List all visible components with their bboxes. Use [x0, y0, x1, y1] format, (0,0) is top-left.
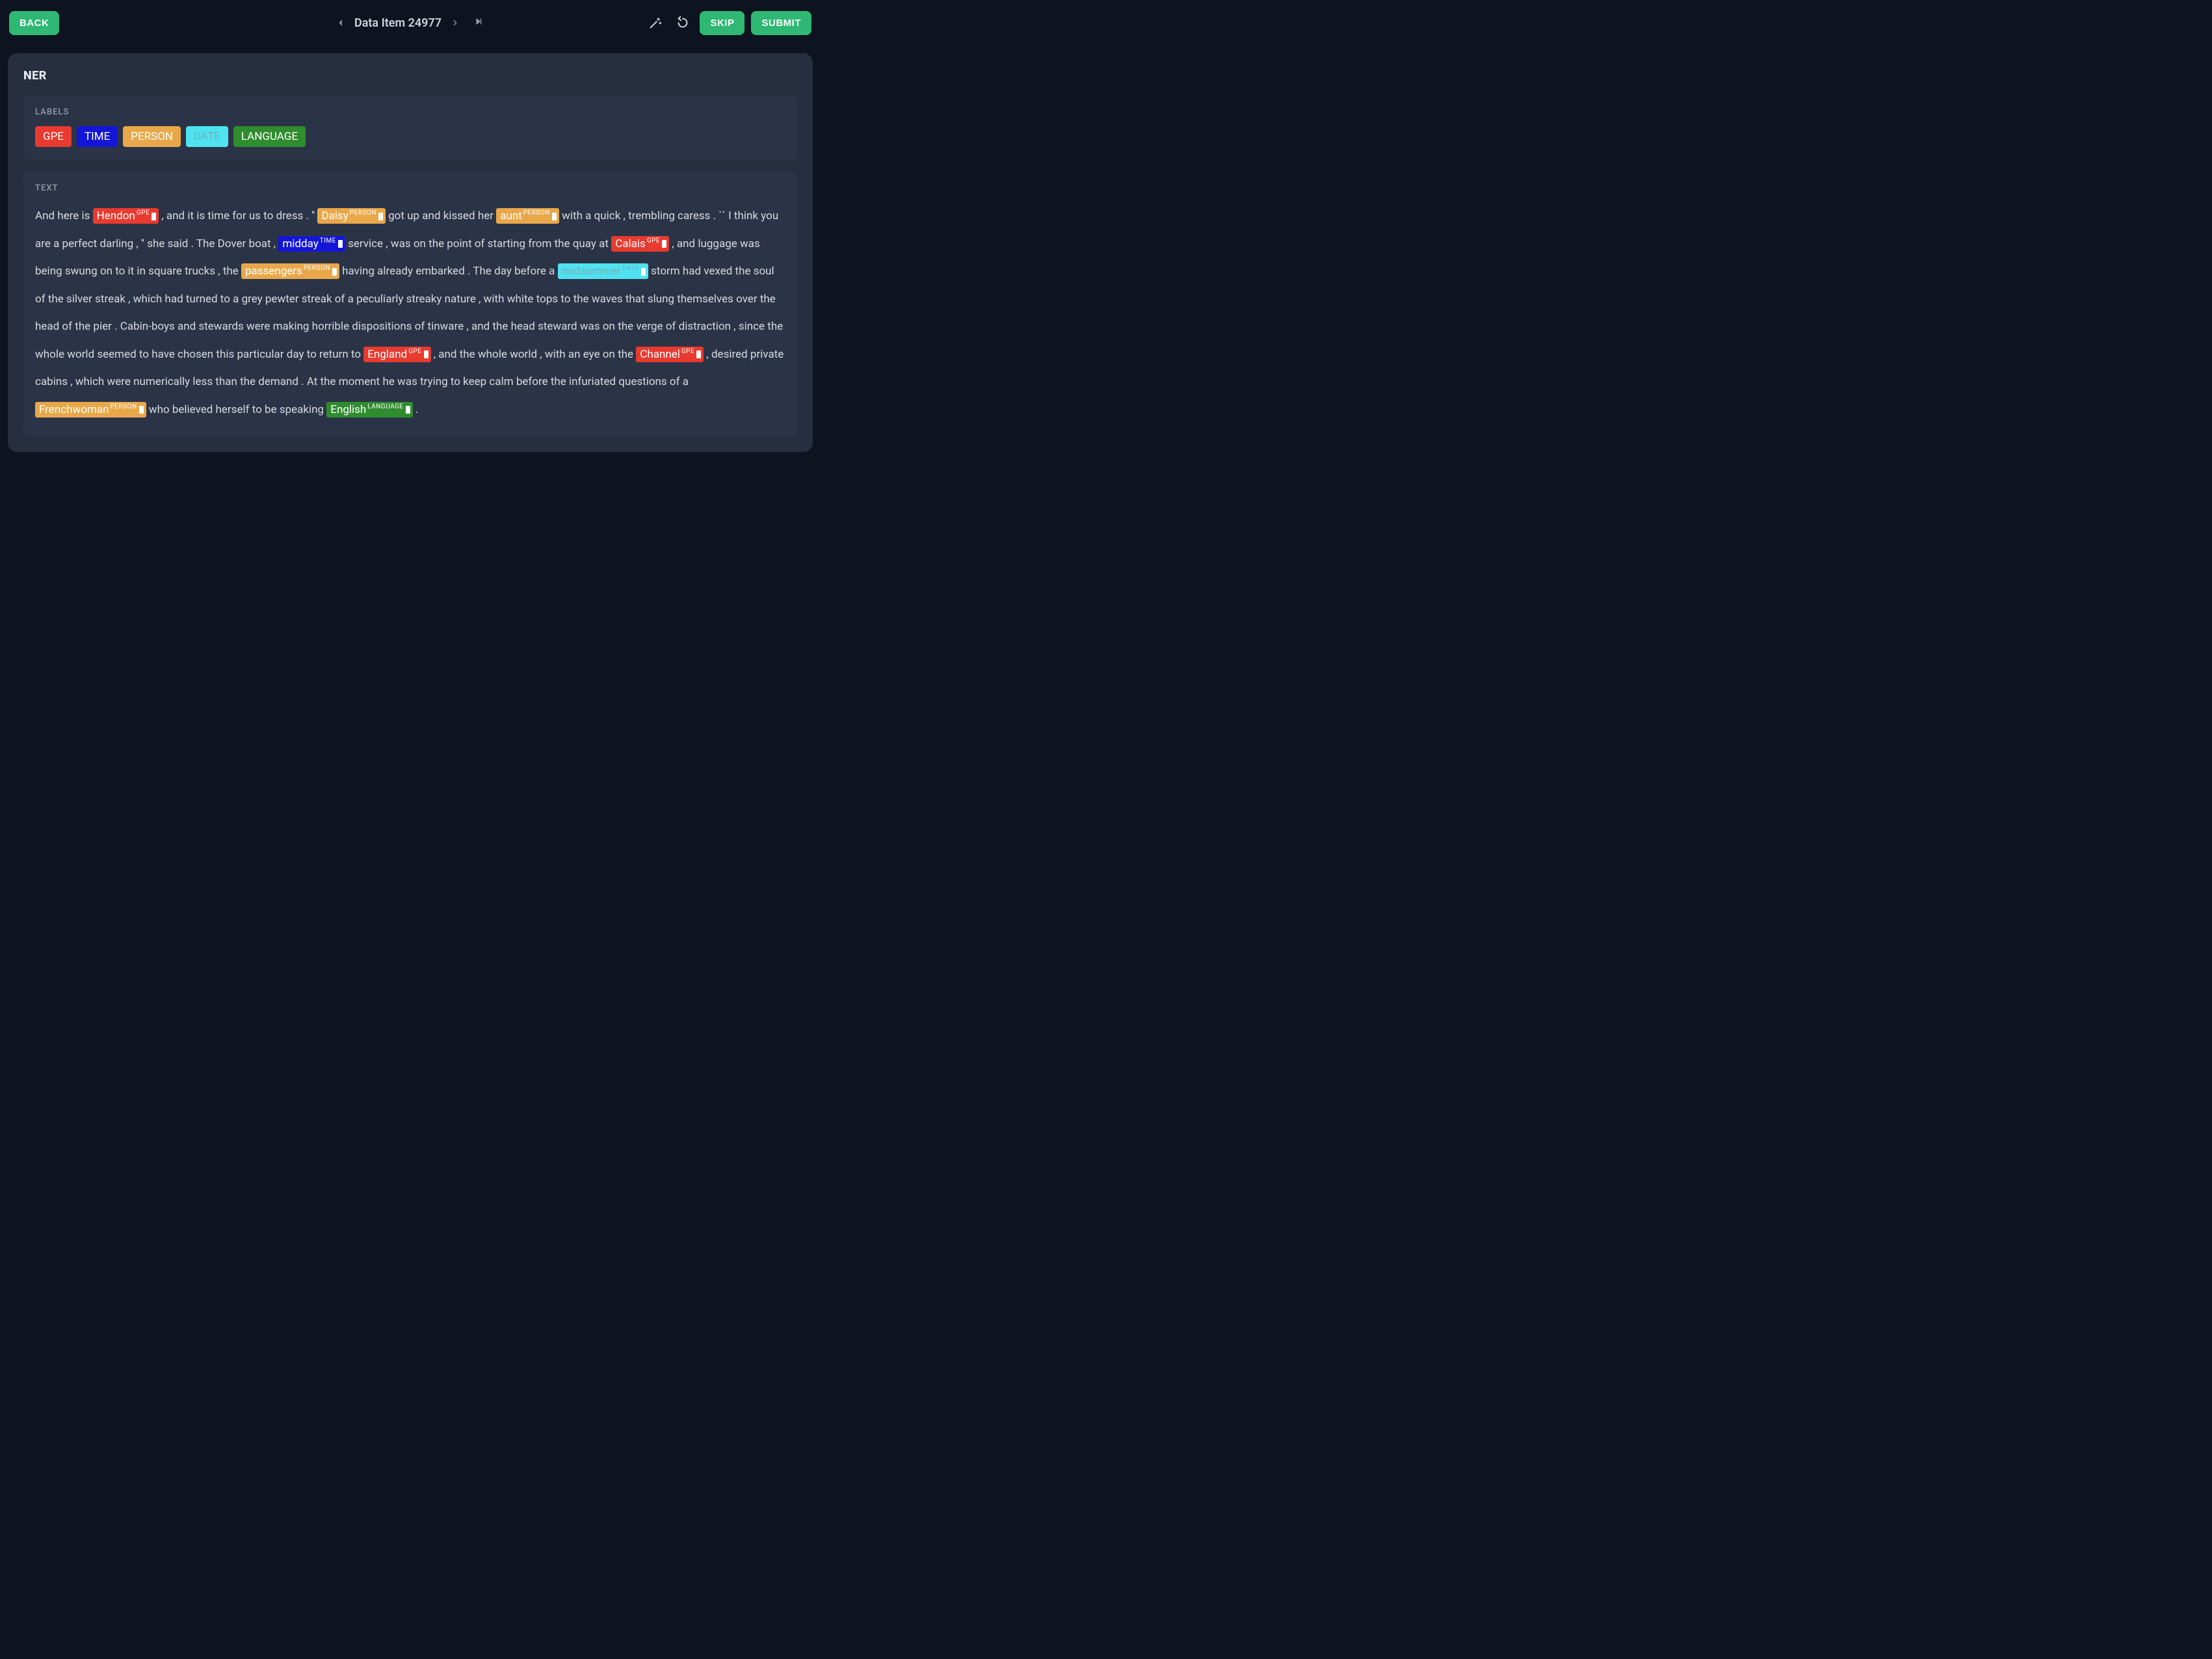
entity-span[interactable]: FrenchwomanPERSON: [35, 402, 146, 418]
entity-tag: PERSON: [110, 403, 137, 410]
entity-tag: TIME: [320, 237, 336, 245]
header-left: BACK: [9, 11, 276, 35]
entity-tag: GPE: [408, 348, 421, 355]
entity-span[interactable]: CalaisGPE: [611, 236, 669, 252]
label-chip-gpe[interactable]: GPE: [35, 126, 72, 147]
main-panel: NER LABELS GPETIMEPERSONDATELANGUAGE TEX…: [8, 53, 813, 452]
magic-wand-icon: [648, 16, 663, 30]
entity-span[interactable]: EnglandGPE: [363, 347, 430, 362]
entity-span[interactable]: auntPERSON: [496, 208, 559, 224]
labels-row: GPETIMEPERSONDATELANGUAGE: [35, 126, 785, 147]
header-center: Data Item 24977: [276, 15, 544, 31]
entity-remove-icon[interactable]: [378, 213, 383, 220]
entity-remove-icon[interactable]: [338, 240, 343, 248]
entity-tag: LANGUAGE: [367, 403, 403, 410]
text-body[interactable]: And here is HendonGPE , and it is time f…: [35, 202, 785, 423]
entity-tag: GPE: [137, 209, 150, 217]
entity-text: English: [330, 403, 366, 416]
last-item-button[interactable]: [474, 15, 484, 31]
entity-span[interactable]: EnglishLANGUAGE: [326, 402, 412, 418]
submit-button[interactable]: SUBMIT: [751, 11, 811, 35]
chevron-right-icon: [451, 16, 460, 29]
label-chip-person[interactable]: PERSON: [123, 126, 181, 147]
entity-tag: PERSON: [304, 265, 330, 272]
entity-remove-icon[interactable]: [424, 351, 428, 358]
entity-span[interactable]: middayTIME: [278, 236, 345, 252]
entity-tag: GPE: [681, 348, 694, 355]
entity-text: Calais: [615, 237, 646, 250]
labels-panel: LABELS GPETIMEPERSONDATELANGUAGE: [23, 96, 797, 160]
entity-span[interactable]: ChannelGPE: [636, 347, 704, 362]
chevron-left-icon: [336, 16, 345, 29]
label-chip-date[interactable]: DATE: [186, 126, 228, 147]
entity-remove-icon[interactable]: [552, 213, 557, 220]
entity-text: Frenchwoman: [39, 403, 109, 416]
entity-tag: DATE: [622, 265, 639, 272]
label-chip-time[interactable]: TIME: [77, 126, 118, 147]
entity-text: midsummer: [562, 265, 621, 278]
item-title: Data Item 24977: [354, 16, 441, 30]
labels-heading: LABELS: [35, 107, 785, 117]
entity-remove-icon[interactable]: [151, 213, 156, 220]
entity-text: passengers: [245, 265, 302, 278]
back-button[interactable]: BACK: [9, 11, 59, 35]
entity-tag: GPE: [647, 237, 660, 245]
entity-text: aunt: [500, 209, 522, 222]
entity-text: England: [367, 348, 407, 361]
label-chip-language[interactable]: LANGUAGE: [233, 126, 306, 147]
entity-text: Hendon: [97, 209, 135, 222]
next-item-button[interactable]: [451, 16, 460, 29]
entity-text: midday: [282, 237, 318, 250]
entity-text: Daisy: [321, 209, 348, 222]
entity-remove-icon[interactable]: [332, 268, 337, 276]
entity-remove-icon[interactable]: [662, 240, 666, 248]
panel-title: NER: [23, 69, 797, 83]
prev-item-button[interactable]: [336, 16, 345, 29]
skip-button[interactable]: SKIP: [700, 11, 744, 35]
undo-icon: [676, 16, 690, 30]
magic-wand-button[interactable]: [645, 12, 666, 33]
entity-text: Channel: [640, 348, 680, 361]
skip-forward-icon: [474, 15, 484, 28]
undo-button[interactable]: [672, 12, 693, 33]
entity-tag: PERSON: [523, 209, 550, 217]
text-panel: TEXT And here is HendonGPE , and it is t…: [23, 172, 797, 436]
header-bar: BACK Data Item 24977 SKIP SUBMIT: [0, 0, 821, 46]
text-heading: TEXT: [35, 183, 785, 193]
entity-remove-icon[interactable]: [139, 406, 144, 414]
entity-remove-icon[interactable]: [641, 268, 646, 276]
entity-span[interactable]: midsummerDATE: [558, 263, 648, 279]
header-right: SKIP SUBMIT: [544, 11, 811, 35]
entity-remove-icon[interactable]: [696, 351, 701, 358]
entity-remove-icon[interactable]: [406, 406, 410, 414]
entity-span[interactable]: DaisyPERSON: [317, 208, 385, 224]
entity-span[interactable]: passengersPERSON: [241, 263, 339, 279]
entity-span[interactable]: HendonGPE: [93, 208, 159, 224]
entity-tag: PERSON: [350, 209, 376, 217]
